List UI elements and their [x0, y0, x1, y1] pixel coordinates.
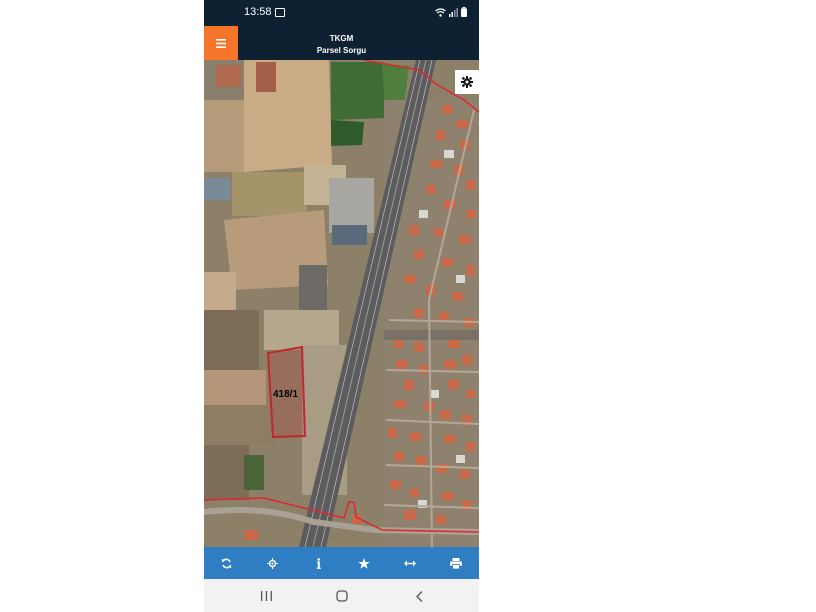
app-subtitle: Parsel Sorgu	[316, 46, 367, 55]
info-icon	[316, 557, 321, 569]
app-bar: TKGM Parsel Sorgu	[204, 26, 479, 60]
status-time: 13:58	[244, 6, 272, 18]
signal-icon	[449, 8, 458, 17]
gear-icon	[461, 76, 473, 88]
favorite-star-icon	[358, 557, 371, 569]
back-icon	[415, 590, 422, 602]
app-title: TKGM	[329, 34, 354, 43]
locate-button[interactable]	[258, 548, 288, 578]
print-button[interactable]	[441, 548, 471, 578]
status-bar: 13:58	[204, 0, 479, 26]
satellite-map[interactable]: 418/1	[204, 60, 479, 547]
home-button[interactable]	[332, 588, 352, 604]
measure-button[interactable]	[395, 548, 425, 578]
refresh-icon	[221, 558, 232, 568]
favorite-button[interactable]	[349, 548, 379, 578]
system-icons	[435, 7, 467, 17]
map-toolbar	[204, 547, 479, 579]
home-icon	[336, 590, 348, 602]
phone-screen: 13:58 TKGM Parsel Sorgu 418/1	[204, 0, 479, 612]
map-settings-button[interactable]	[455, 70, 479, 94]
measure-icon	[404, 560, 417, 566]
wifi-icon	[435, 8, 446, 17]
refresh-button[interactable]	[212, 548, 242, 578]
system-navigation-bar	[204, 579, 479, 612]
battery-icon	[461, 7, 467, 17]
locate-icon	[267, 557, 279, 569]
print-icon	[450, 557, 463, 569]
info-button[interactable]	[304, 548, 334, 578]
recent-apps-button[interactable]	[256, 588, 276, 604]
back-button[interactable]	[409, 588, 429, 604]
map-imagery[interactable]: 418/1	[204, 60, 479, 547]
parcel-label[interactable]: 418/1	[273, 389, 298, 400]
recent-apps-icon	[260, 591, 272, 601]
image-notification-icon	[275, 8, 285, 17]
